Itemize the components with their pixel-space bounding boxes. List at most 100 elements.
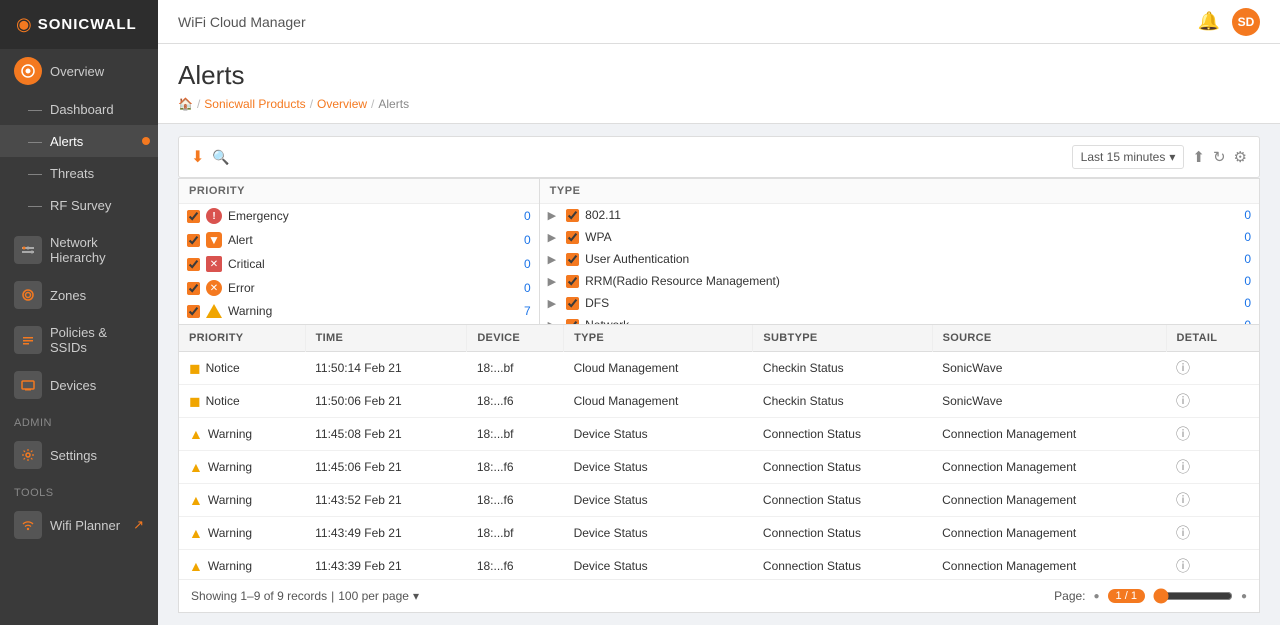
external-link-icon: ↗ [133,517,144,533]
priority-filter-col: PRIORITY ! Emergency 0 ▼ Alert 0 ✕ Criti… [179,179,540,324]
bell-icon[interactable]: 🔔 [1198,11,1220,32]
priority-checkbox[interactable] [187,258,200,271]
export-icon[interactable]: ⬆ [1192,148,1205,166]
detail-info-icon[interactable]: ⓘ [1176,393,1190,409]
subtype-cell: Checkin Status [753,385,932,418]
settings-gear-icon[interactable]: ⚙ [1234,148,1247,166]
settings-icon [14,441,42,469]
priority-icon: ✕ [206,280,222,296]
dash-icon: — [28,133,42,149]
table-col-header: SOURCE [932,325,1166,352]
type-expand-icon[interactable]: ▶ [548,253,556,266]
type-filter-row: ▶ DFS 0 [540,292,1259,314]
priority-name: Alert [228,233,253,247]
sidebar-logo-text: SONICWALL [38,16,137,33]
sidebar-item-alerts[interactable]: — Alerts [0,125,158,157]
type-checkbox[interactable] [566,297,579,310]
type-filter-row: ▶ User Authentication 0 [540,248,1259,270]
priority-count: 7 [524,304,531,318]
type-name: 802.11 [585,208,621,222]
table-col-header: SUBTYPE [753,325,932,352]
sidebar-item-dashboard[interactable]: — Dashboard [0,93,158,125]
type-name: DFS [585,296,609,310]
sidebar: ◉ SONICWALL Overview — Dashboard — Alert… [0,0,158,625]
detail-cell: ⓘ [1166,451,1259,484]
type-checkbox[interactable] [566,209,579,222]
priority-icon: ▼ [206,232,222,248]
priority-filter-row: ✕ Error 0 [179,276,539,300]
per-page-label: 100 per page [338,589,409,603]
user-avatar[interactable]: SD [1232,8,1260,36]
detail-info-icon[interactable]: ⓘ [1176,459,1190,475]
breadcrumb-sonicwall[interactable]: Sonicwall Products [204,97,305,111]
type-checkbox[interactable] [566,231,579,244]
pagination-bar: Showing 1–9 of 9 records | 100 per page … [179,579,1259,612]
dashboard-label: Dashboard [50,102,114,117]
type-filter-col: TYPE ▶ 802.11 0 ▶ WPA 0 ▶ User Authentic… [540,179,1259,324]
priority-filter-header: PRIORITY [179,179,539,204]
device-cell: 18:...f6 [467,484,564,517]
priority-text: Warning [208,427,252,441]
sonicwall-logo-icon: ◉ [16,14,32,35]
device-cell: 18:...bf [467,418,564,451]
sidebar-item-rf-survey[interactable]: — RF Survey [0,189,158,221]
type-expand-icon[interactable]: ▶ [548,209,556,222]
sidebar-item-settings[interactable]: Settings [0,433,158,477]
priority-text: Warning [208,460,252,474]
sidebar-item-network-hierarchy[interactable]: Network Hierarchy [0,227,158,273]
warning-icon: ▲ [189,426,203,442]
priority-text: Warning [208,559,252,573]
refresh-icon[interactable]: ↻ [1213,148,1226,166]
type-count: 0 [1244,230,1251,244]
priority-name: Emergency [228,209,289,223]
detail-cell: ⓘ [1166,550,1259,580]
subtype-cell: Connection Status [753,451,932,484]
type-expand-icon[interactable]: ▶ [548,231,556,244]
page-header: Alerts 🏠 / Sonicwall Products / Overview… [158,44,1280,124]
search-icon[interactable]: 🔍 [212,149,229,166]
sidebar-item-threats[interactable]: — Threats [0,157,158,189]
warning-icon: ▲ [189,459,203,475]
sidebar-item-overview[interactable]: Overview [0,49,158,93]
table-row: ▲ Warning 11:43:39 Feb 21 18:...f6 Devic… [179,550,1259,580]
sidebar-item-devices[interactable]: Devices [0,363,158,407]
overview-label: Overview [50,64,104,79]
network-hierarchy-icon [14,236,42,264]
sidebar-item-policies-ssids[interactable]: Policies & SSIDs [0,317,158,363]
priority-checkbox[interactable] [187,282,200,295]
detail-info-icon[interactable]: ⓘ [1176,426,1190,442]
priority-checkbox[interactable] [187,210,200,223]
page-indicator: 1 / 1 [1108,589,1145,603]
priority-checkbox[interactable] [187,234,200,247]
priority-cell: ◼ Notice [179,352,305,385]
detail-info-icon[interactable]: ⓘ [1176,525,1190,541]
priority-checkbox[interactable] [187,305,200,318]
subtype-cell: Checkin Status [753,352,932,385]
detail-info-icon[interactable]: ⓘ [1176,492,1190,508]
detail-info-icon[interactable]: ⓘ [1176,360,1190,376]
type-checkbox[interactable] [566,319,579,325]
time-range-label: Last 15 minutes [1081,150,1166,164]
time-range-select[interactable]: Last 15 minutes ▾ [1072,145,1185,169]
source-cell: SonicWave [932,385,1166,418]
sidebar-item-zones[interactable]: Zones [0,273,158,317]
filter-icon[interactable]: ⬇ [191,147,204,167]
subtype-cell: Connection Status [753,418,932,451]
type-expand-icon[interactable]: ▶ [548,319,556,325]
breadcrumb-current: Alerts [378,97,409,111]
priority-cell: ▲ Warning [179,550,305,580]
detail-info-icon[interactable]: ⓘ [1176,558,1190,574]
type-expand-icon[interactable]: ▶ [548,297,556,310]
sidebar-item-wifi-planner[interactable]: Wifi Planner ↗ [0,503,158,547]
source-cell: Connection Management [932,517,1166,550]
page-slider[interactable] [1153,588,1233,604]
breadcrumb-home-icon[interactable]: 🏠 [178,97,193,111]
detail-cell: ⓘ [1166,418,1259,451]
alerts-table-scroll[interactable]: PRIORITYTIMEDEVICETYPESUBTYPESOURCEDETAI… [179,325,1259,579]
per-page-chevron[interactable]: ▾ [413,589,419,603]
type-checkbox[interactable] [566,275,579,288]
breadcrumb-overview[interactable]: Overview [317,97,367,111]
type-expand-icon[interactable]: ▶ [548,275,556,288]
type-checkbox[interactable] [566,253,579,266]
priority-text: Notice [206,394,240,408]
